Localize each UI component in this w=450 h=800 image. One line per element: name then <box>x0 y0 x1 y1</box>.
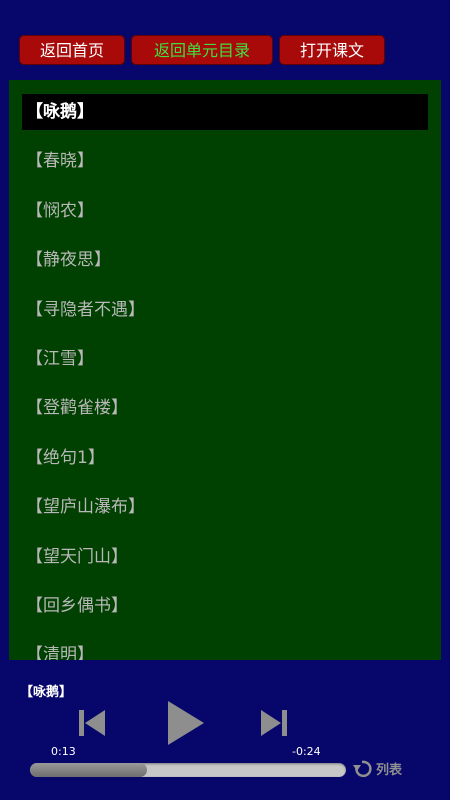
lesson-item[interactable]: 【绝句1】 <box>22 440 428 476</box>
lesson-item[interactable]: 【春晓】 <box>22 143 428 179</box>
loop-mode-button[interactable]: 列表 <box>352 757 402 779</box>
lesson-item[interactable]: 【望天门山】 <box>22 539 428 575</box>
lesson-item[interactable]: 【静夜思】 <box>22 242 428 278</box>
remaining-time: -0:24 <box>292 745 321 758</box>
lesson-item[interactable]: 【登鹳雀楼】 <box>22 390 428 426</box>
repeat-icon <box>353 760 372 778</box>
skip-next-icon <box>261 710 287 736</box>
progress-bar[interactable] <box>30 763 346 777</box>
unit-directory-button[interactable]: 返回单元目录 <box>131 35 273 65</box>
lesson-item[interactable]: 【悯农】 <box>22 193 428 229</box>
lesson-item[interactable]: 【清明】 <box>22 637 428 660</box>
next-button[interactable] <box>259 706 289 740</box>
open-lesson-button[interactable]: 打开课文 <box>279 35 385 65</box>
play-button[interactable] <box>164 698 206 748</box>
previous-button[interactable] <box>77 706 107 740</box>
progress-fill <box>30 763 147 777</box>
lesson-item[interactable]: 【寻隐者不遇】 <box>22 292 428 328</box>
lesson-item[interactable]: 【回乡偶书】 <box>22 588 428 624</box>
lesson-item[interactable]: 【江雪】 <box>22 341 428 377</box>
elapsed-time: 0:13 <box>51 745 76 758</box>
lesson-item[interactable]: 【望庐山瀑布】 <box>22 489 428 525</box>
home-button[interactable]: 返回首页 <box>19 35 125 65</box>
lesson-list[interactable]: 【咏鹅】【春晓】【悯农】【静夜思】【寻隐者不遇】 【江雪】【登鹳雀楼】 【绝句1】【… <box>9 80 441 660</box>
play-icon <box>168 701 204 745</box>
toolbar: 返回首页 返回单元目录 打开课文 <box>0 0 450 80</box>
now-playing-title: 【咏鹅】 <box>20 685 73 700</box>
lesson-item[interactable]: 【咏鹅】 <box>22 94 428 130</box>
skip-previous-icon <box>79 710 105 736</box>
loop-mode-label: 列表 <box>376 762 403 778</box>
